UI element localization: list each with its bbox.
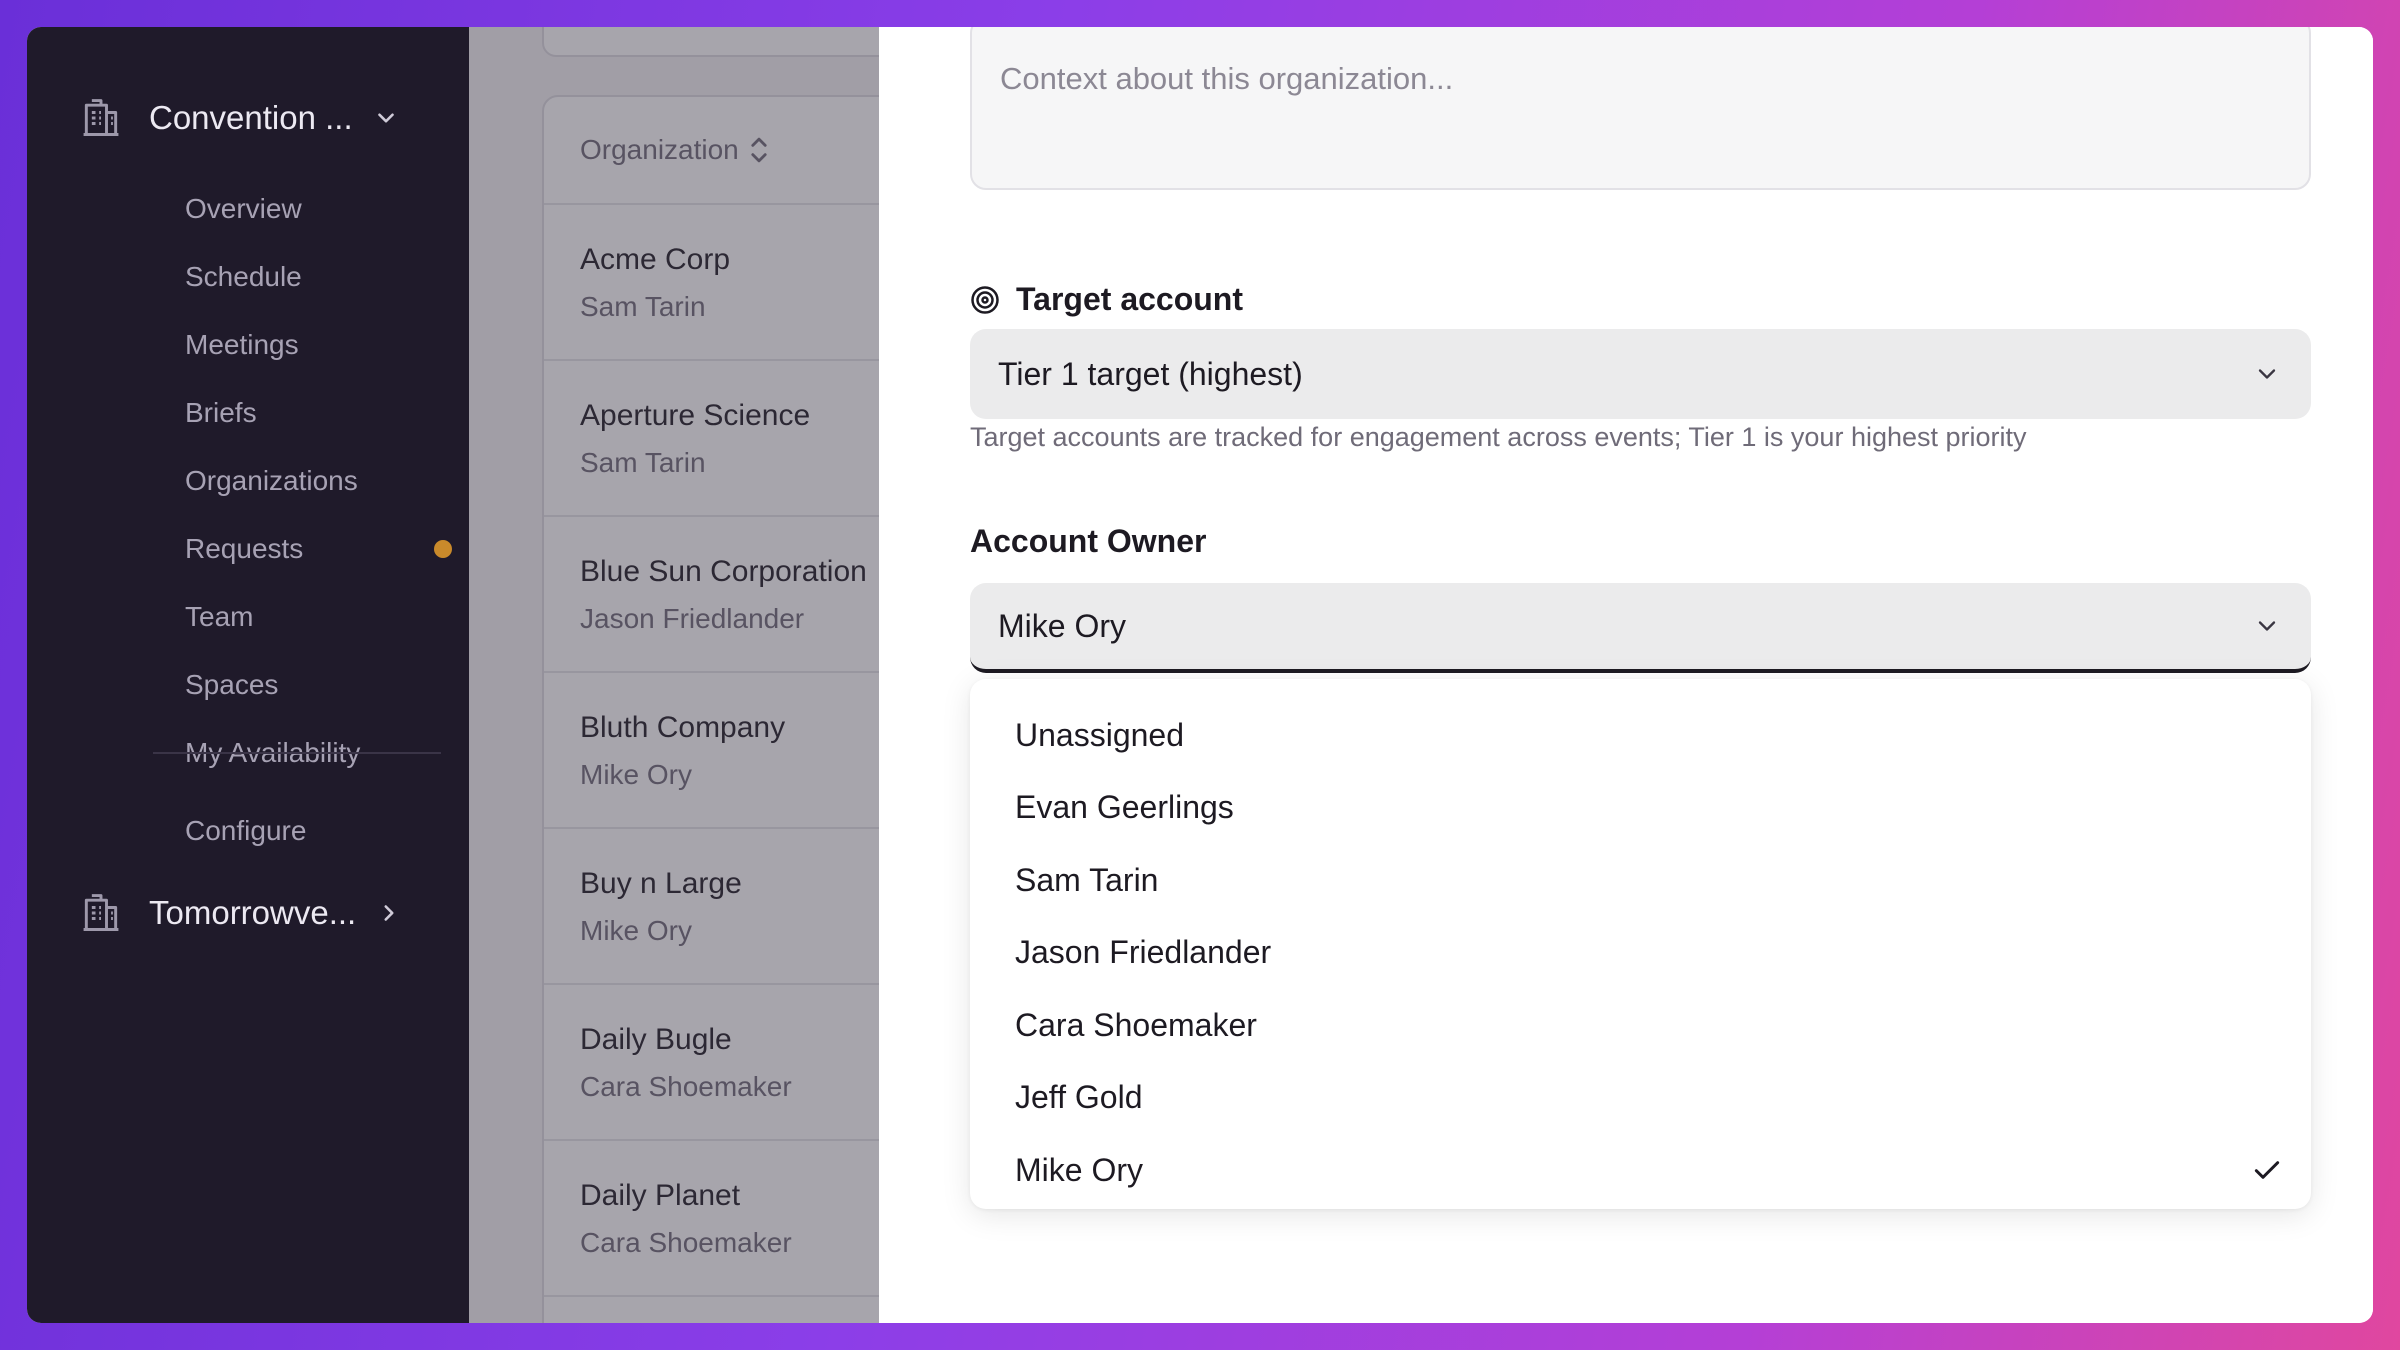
sidebar-item-overview[interactable]: Overview — [185, 175, 455, 243]
target-account-label-row: Target account — [970, 281, 1243, 318]
building-icon — [83, 894, 119, 931]
nav-label: Team — [185, 601, 254, 632]
nav-label: Meetings — [185, 329, 299, 360]
app-window: Convention ... Overview Schedule Meeting… — [27, 27, 2373, 1323]
dropdown-option-evan-geerlings[interactable]: Evan Geerlings — [970, 772, 2311, 845]
dropdown-option-unassigned[interactable]: Unassigned — [970, 699, 2311, 772]
textarea-placeholder: Context about this organization... — [1000, 61, 1454, 96]
target-account-value: Tier 1 target (highest) — [998, 355, 1303, 392]
sidebar-divider — [153, 752, 441, 754]
nav-label: Briefs — [185, 397, 257, 428]
sidebar-item-configure[interactable]: Configure — [185, 797, 455, 865]
org-name: Convention ... — [149, 99, 353, 136]
nav-label: Configure — [185, 815, 307, 846]
target-account-label: Target account — [1016, 281, 1243, 317]
target-account-select[interactable]: Tier 1 target (highest) — [970, 329, 2311, 419]
dropdown-option-jason-friedlander[interactable]: Jason Friedlander — [970, 917, 2311, 990]
sidebar-item-schedule[interactable]: Schedule — [185, 243, 455, 311]
chevron-down-icon — [2258, 621, 2276, 631]
org-name: Tomorrowve... — [149, 894, 357, 931]
account-owner-dropdown: Unassigned Evan Geerlings Sam Tarin Jaso… — [970, 679, 2311, 1209]
option-label: Unassigned — [1015, 716, 1184, 753]
dropdown-option-mike-ory[interactable]: Mike Ory — [970, 1134, 2311, 1207]
notification-dot — [434, 540, 452, 558]
sidebar-item-organizations[interactable]: Organizations — [185, 447, 455, 515]
sidebar-item-spaces[interactable]: Spaces — [185, 651, 455, 719]
option-label: Jason Friedlander — [1015, 934, 1272, 971]
account-owner-select[interactable]: Mike Ory — [970, 583, 2311, 673]
nav-label: Requests — [185, 533, 304, 564]
account-owner-label-row: Account Owner — [970, 523, 1206, 560]
option-label: Cara Shoemaker — [1015, 1006, 1257, 1043]
option-label: Mike Ory — [1015, 1151, 1143, 1188]
checkmark-icon — [2254, 1161, 2280, 1180]
edit-organization-panel: Context about this organization... Targe… — [879, 27, 2373, 1323]
org-switcher-secondary[interactable]: Tomorrowve... — [79, 888, 402, 938]
chevron-down-icon — [377, 113, 394, 123]
context-textarea[interactable]: Context about this organization... — [970, 27, 2311, 190]
option-label: Evan Geerlings — [1015, 789, 1234, 826]
sidebar-item-team[interactable]: Team — [185, 583, 455, 651]
chevron-down-icon — [2258, 369, 2276, 379]
sidebar-item-briefs[interactable]: Briefs — [185, 379, 455, 447]
nav-label: Spaces — [185, 669, 279, 700]
dropdown-option-cara-shoemaker[interactable]: Cara Shoemaker — [970, 989, 2311, 1062]
sidebar-nav: Overview Schedule Meetings Briefs Organi… — [185, 175, 455, 787]
account-owner-label: Account Owner — [970, 523, 1207, 559]
org-switcher-primary[interactable]: Convention ... — [79, 93, 399, 143]
sidebar-item-requests[interactable]: Requests — [185, 515, 455, 583]
chevron-right-icon — [384, 905, 394, 921]
nav-label: Schedule — [185, 261, 302, 292]
target-icon — [971, 285, 999, 314]
target-account-help-text: Target accounts are tracked for engageme… — [970, 422, 2027, 452]
nav-label: Organizations — [185, 465, 358, 496]
account-owner-value: Mike Ory — [998, 607, 1126, 644]
building-icon — [83, 99, 119, 136]
dropdown-option-jeff-gold[interactable]: Jeff Gold — [970, 1062, 2311, 1135]
modal-backdrop[interactable] — [469, 27, 879, 1323]
sidebar: Convention ... Overview Schedule Meeting… — [27, 27, 469, 1323]
sidebar-item-meetings[interactable]: Meetings — [185, 311, 455, 379]
nav-label: Overview — [185, 193, 302, 224]
option-label: Jeff Gold — [1015, 1079, 1143, 1116]
option-label: Sam Tarin — [1015, 861, 1159, 898]
dropdown-option-sam-tarin[interactable]: Sam Tarin — [970, 844, 2311, 917]
